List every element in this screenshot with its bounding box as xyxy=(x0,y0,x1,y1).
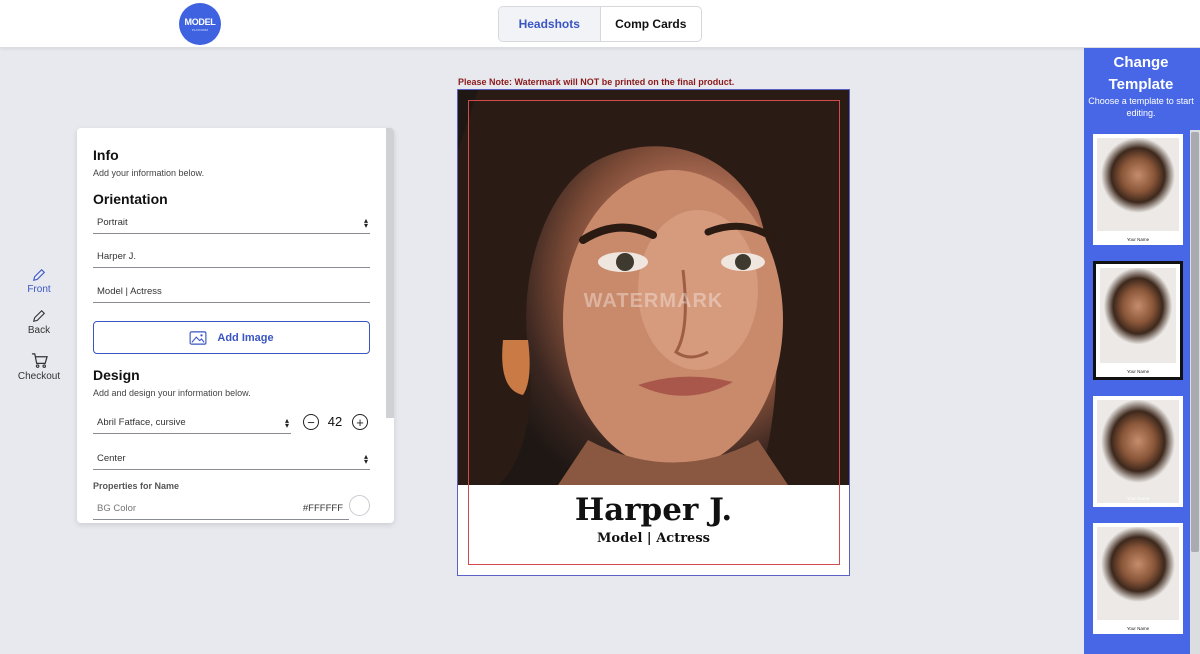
template-thumbnail[interactable]: Your Name xyxy=(1093,523,1183,634)
orientation-value: Portrait xyxy=(97,217,128,228)
alignment-select[interactable]: Center ▴ ▾ xyxy=(93,448,370,470)
watermark-note: Please Note: Watermark will NOT be print… xyxy=(458,77,735,87)
nav-back[interactable]: Back xyxy=(10,309,68,336)
template-thumbnail-caption: Your Name xyxy=(1126,496,1150,501)
image-icon xyxy=(189,330,207,345)
add-image-label: Add Image xyxy=(217,331,274,344)
tab-headshots[interactable]: Headshots xyxy=(499,7,601,41)
increase-size-button[interactable]: + xyxy=(352,414,368,430)
template-thumbnail-image xyxy=(1100,268,1176,363)
headshot-photo[interactable]: WATERMARK xyxy=(458,90,849,485)
title-input-value: Model | Actress xyxy=(97,286,162,297)
product-tabs: Headshots Comp Cards xyxy=(498,6,702,42)
pencil-icon xyxy=(32,309,46,323)
bg-color-value: #FFFFFF xyxy=(302,503,343,514)
font-select[interactable]: Abril Fatface, cursive ▴ ▾ xyxy=(93,412,291,434)
nav-front[interactable]: Front xyxy=(10,268,68,295)
orientation-heading: Orientation xyxy=(93,191,168,207)
nav-front-label: Front xyxy=(27,284,51,295)
template-thumbnail-image xyxy=(1097,138,1179,231)
headshot-preview[interactable]: WATERMARK Harper J. Model | Actress xyxy=(457,89,850,576)
info-subtext: Add your information below. xyxy=(93,168,205,178)
template-thumbnail-caption: Your Name xyxy=(1126,369,1150,374)
bg-color-label: BG Color xyxy=(97,503,137,514)
name-input[interactable]: Harper J. xyxy=(93,246,370,268)
editor-panel: Info Add your information below. Orienta… xyxy=(77,128,394,523)
info-heading: Info xyxy=(93,147,119,163)
name-input-value: Harper J. xyxy=(97,251,137,262)
top-bar: MODEL PLATFORM Headshots Comp Cards xyxy=(0,0,1200,48)
template-thumbnail-caption: Your Name xyxy=(1126,626,1150,631)
pencil-icon xyxy=(32,268,46,282)
template-thumbnail-selected[interactable]: Your Name xyxy=(1093,261,1183,380)
template-thumbnail[interactable]: Your Name xyxy=(1093,396,1183,507)
logo-text: MODEL xyxy=(184,16,216,27)
font-value: Abril Fatface, cursive xyxy=(97,417,186,428)
design-heading: Design xyxy=(93,367,140,383)
select-arrows-icon: ▴ ▾ xyxy=(363,452,368,466)
template-thumbnail-image xyxy=(1097,527,1179,620)
alignment-value: Center xyxy=(97,453,126,464)
template-thumbnail[interactable]: Your Name xyxy=(1093,134,1183,245)
template-scrollbar-thumb[interactable] xyxy=(1191,132,1199,552)
template-sidebar-subtitle: Choose a template to start editing. xyxy=(1088,96,1194,118)
font-size-value: 42 xyxy=(327,414,343,429)
card-title[interactable]: Model | Actress xyxy=(458,531,849,546)
color-swatch[interactable] xyxy=(349,495,370,516)
logo-subtext: PLATFORM xyxy=(191,27,209,32)
logo[interactable]: MODEL PLATFORM xyxy=(179,3,221,45)
nav-back-label: Back xyxy=(27,325,51,336)
nav-checkout-label: Checkout xyxy=(17,371,61,382)
properties-label: Properties for Name xyxy=(93,481,180,491)
watermark-text: WATERMARK xyxy=(583,290,724,312)
tab-comp-cards[interactable]: Comp Cards xyxy=(601,7,702,41)
portrait-illustration xyxy=(458,90,849,485)
card-name[interactable]: Harper J. xyxy=(458,492,849,528)
decrease-size-button[interactable]: − xyxy=(303,414,319,430)
cart-icon xyxy=(31,353,48,368)
template-sidebar-title: Change Template xyxy=(1108,54,1174,93)
template-thumbnail-image xyxy=(1097,400,1179,503)
panel-scrollbar[interactable] xyxy=(386,128,394,418)
template-thumbnail-caption: Your Name xyxy=(1126,237,1150,242)
design-subtext: Add and design your information below. xyxy=(93,388,251,398)
nav-checkout[interactable]: Checkout xyxy=(10,352,68,382)
orientation-select[interactable]: Portrait ▴ ▾ xyxy=(93,212,370,234)
select-arrows-icon: ▴ ▾ xyxy=(363,216,368,230)
title-input[interactable]: Model | Actress xyxy=(93,281,370,303)
bg-color-field[interactable]: BG Color #FFFFFF xyxy=(93,498,349,520)
select-arrows-icon: ▴ ▾ xyxy=(284,416,289,430)
add-image-button[interactable]: Add Image xyxy=(93,321,370,354)
